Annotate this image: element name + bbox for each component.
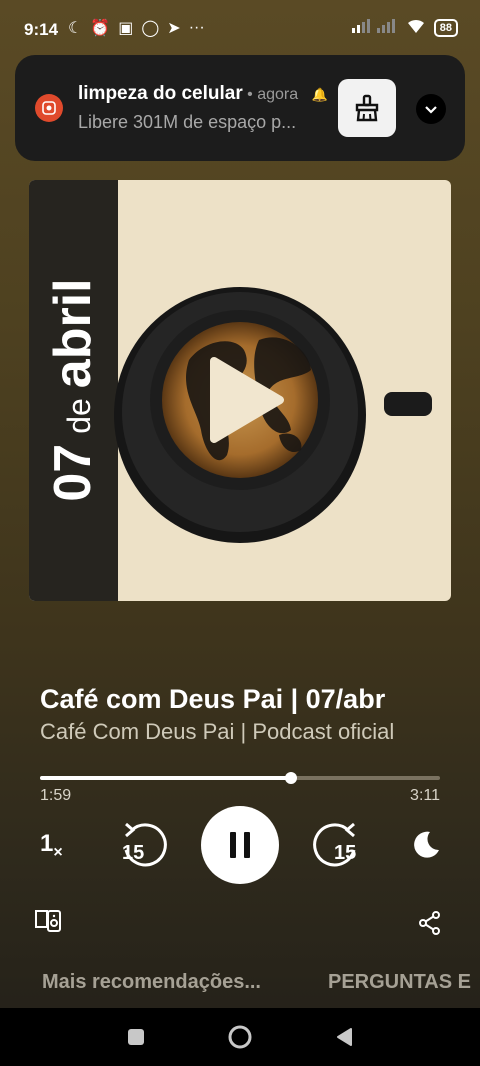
- pause-icon: [230, 832, 250, 858]
- whatsapp-icon: ◯: [141, 20, 160, 37]
- telegram-icon: ➤: [167, 20, 181, 37]
- skip-forward-seconds: 15: [334, 842, 357, 864]
- notification-body: Libere 301M de espaço p...: [78, 112, 297, 132]
- notification-meta: • agora: [242, 86, 299, 103]
- tab-recommendations[interactable]: Mais recomendações...: [42, 971, 261, 994]
- pause-button[interactable]: [201, 806, 279, 884]
- bell-icon: 🔔: [311, 87, 328, 102]
- battery-icon: 88: [433, 18, 458, 37]
- signal-icon: [350, 18, 398, 37]
- broom-icon[interactable]: [338, 79, 396, 137]
- playback-speed-button[interactable]: 1×: [40, 830, 63, 862]
- back-button[interactable]: [324, 1008, 364, 1066]
- tab-faq[interactable]: PERGUNTAS E: [328, 971, 471, 994]
- episode-title: Café com Deus Pai | 07/abr: [40, 684, 386, 714]
- cast-device-button[interactable]: [35, 908, 63, 936]
- moon-icon: ☾: [68, 20, 83, 37]
- speed-suffix: ×: [53, 843, 63, 861]
- recents-button[interactable]: [116, 1008, 156, 1066]
- home-button[interactable]: [220, 1008, 260, 1066]
- notification-app-icon: ▣: [118, 20, 134, 37]
- notification-title: limpeza do celular • agora 🔔: [78, 83, 328, 105]
- sleep-timer-button[interactable]: [410, 828, 442, 860]
- time-total: 3:11: [410, 787, 440, 804]
- triangle-back-icon: [337, 1028, 352, 1046]
- progress-slider[interactable]: [40, 772, 440, 784]
- time-elapsed: 1:59: [40, 787, 72, 804]
- alarm-icon: ⏰: [90, 20, 111, 37]
- notification-card[interactable]: limpeza do celular • agora 🔔 Libere 301M…: [15, 55, 465, 161]
- status-icons-left: ☾ ⏰ ▣ ◯ ➤ ···: [68, 18, 205, 38]
- device-speaker-icon: [35, 910, 61, 932]
- show-name-link[interactable]: Café Com Deus Pai | Podcast oficial: [40, 719, 394, 745]
- circle-icon: [228, 1025, 252, 1049]
- moon-icon: [414, 831, 439, 858]
- progress-fill: [40, 776, 292, 780]
- notification-app-name: limpeza do celular: [78, 83, 243, 104]
- progress-thumb[interactable]: [285, 772, 298, 784]
- episode-cover-art[interactable]: 07 de abril: [29, 180, 451, 601]
- share-button[interactable]: [418, 911, 442, 935]
- skip-back-button[interactable]: 15: [118, 820, 168, 870]
- chevron-down-icon[interactable]: [416, 94, 446, 124]
- square-icon: [128, 1029, 144, 1045]
- speed-value: 1: [40, 830, 54, 857]
- status-icons-right: 88: [350, 18, 458, 37]
- skip-forward-button[interactable]: 15: [312, 820, 362, 870]
- wifi-icon: [406, 18, 426, 37]
- cleaner-app-icon: [35, 94, 63, 122]
- status-time: 9:14: [24, 20, 59, 39]
- system-nav-bar: [0, 1008, 480, 1066]
- more-icon: ···: [188, 19, 205, 36]
- status-bar: 9:14 ☾ ⏰ ▣ ◯ ➤ ··· 88: [0, 0, 480, 60]
- share-icon: [419, 911, 440, 935]
- skip-back-seconds: 15: [122, 842, 145, 864]
